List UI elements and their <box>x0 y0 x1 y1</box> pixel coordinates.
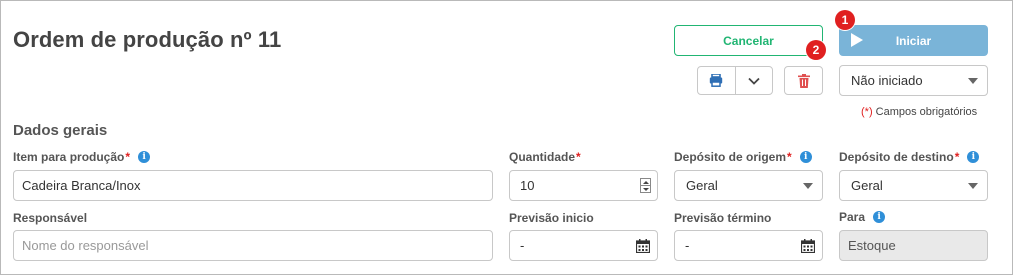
destination-label: Depósito de destino * i <box>839 150 980 164</box>
origin-select[interactable]: Geral <box>674 170 823 201</box>
origin-label: Depósito de origem * i <box>674 150 812 164</box>
end-forecast-value: - <box>685 238 690 253</box>
quantity-required-mark: * <box>576 150 581 164</box>
required-note-star: (*) <box>861 106 873 118</box>
info-icon[interactable]: i <box>799 151 812 163</box>
item-input[interactable]: Cadeira Branca/Inox <box>13 170 493 201</box>
caret-down-icon <box>968 183 978 189</box>
end-forecast-input[interactable]: - <box>674 230 823 261</box>
start-button-label: Iniciar <box>895 33 932 48</box>
arrow-up-icon <box>642 180 649 184</box>
origin-label-text: Depósito de origem <box>674 150 787 164</box>
end-forecast-label: Previsão término <box>674 211 771 225</box>
chevron-down-icon <box>748 77 760 85</box>
item-label: Item para produção * i <box>13 150 151 164</box>
section-title: Dados gerais <box>13 122 108 139</box>
printer-icon <box>710 74 723 87</box>
for-input: Estoque <box>839 230 988 261</box>
page-title: Ordem de produção nº 11 <box>13 27 282 52</box>
calendar-icon[interactable] <box>801 239 815 253</box>
destination-select-value: Geral <box>851 178 883 193</box>
cancel-button[interactable]: Cancelar <box>674 25 823 56</box>
for-label: Para i <box>839 210 886 224</box>
print-options-button[interactable] <box>734 67 773 94</box>
status-select[interactable]: Não iniciado <box>839 65 988 96</box>
destination-label-text: Depósito de destino <box>839 150 954 164</box>
quantity-label: Quantidade * <box>509 150 581 164</box>
arrow-down-icon <box>642 187 649 191</box>
print-button[interactable] <box>698 67 735 94</box>
quantity-label-text: Quantidade <box>509 150 576 164</box>
item-required-mark: * <box>125 150 131 164</box>
trash-icon <box>797 73 810 88</box>
caret-down-icon <box>968 78 978 84</box>
quantity-input-value: 10 <box>520 178 535 193</box>
play-icon <box>851 33 863 47</box>
caret-down-icon <box>803 183 813 189</box>
origin-required-mark: * <box>787 150 792 164</box>
item-input-value: Cadeira Branca/Inox <box>22 178 141 193</box>
for-label-text: Para <box>839 210 866 224</box>
start-forecast-input[interactable]: - <box>509 230 658 261</box>
calendar-icon[interactable] <box>636 239 650 253</box>
start-forecast-value: - <box>520 238 525 253</box>
cancel-button-label: Cancelar <box>723 33 774 48</box>
info-icon[interactable]: i <box>967 151 980 163</box>
responsible-label-text: Responsável <box>13 211 88 225</box>
quantity-stepper[interactable] <box>640 178 651 193</box>
start-forecast-label-text: Previsão inicio <box>509 211 594 225</box>
responsible-input[interactable]: Nome do responsável <box>13 230 493 261</box>
start-forecast-label: Previsão inicio <box>509 211 594 225</box>
end-forecast-label-text: Previsão término <box>674 211 772 225</box>
for-input-value: Estoque <box>848 238 896 253</box>
delete-button[interactable] <box>784 66 823 95</box>
required-note-text: Campos obrigatórios <box>872 106 978 118</box>
destination-select[interactable]: Geral <box>839 170 988 201</box>
start-button[interactable]: Iniciar <box>839 25 988 56</box>
item-label-text: Item para produção <box>13 150 125 164</box>
print-button-group <box>697 66 773 95</box>
stepper-down[interactable] <box>641 185 650 192</box>
step-badge-2: 2 <box>806 40 826 60</box>
responsible-input-placeholder: Nome do responsável <box>22 238 149 253</box>
required-fields-note: (*) Campos obrigatórios <box>861 106 977 118</box>
quantity-input[interactable]: 10 <box>509 170 658 201</box>
status-select-value: Não iniciado <box>851 73 923 88</box>
destination-required-mark: * <box>954 150 960 164</box>
info-icon[interactable]: i <box>873 211 886 223</box>
step-badge-1: 1 <box>835 10 855 30</box>
info-icon[interactable]: i <box>138 151 151 163</box>
origin-select-value: Geral <box>686 178 718 193</box>
responsible-label: Responsável <box>13 211 87 225</box>
